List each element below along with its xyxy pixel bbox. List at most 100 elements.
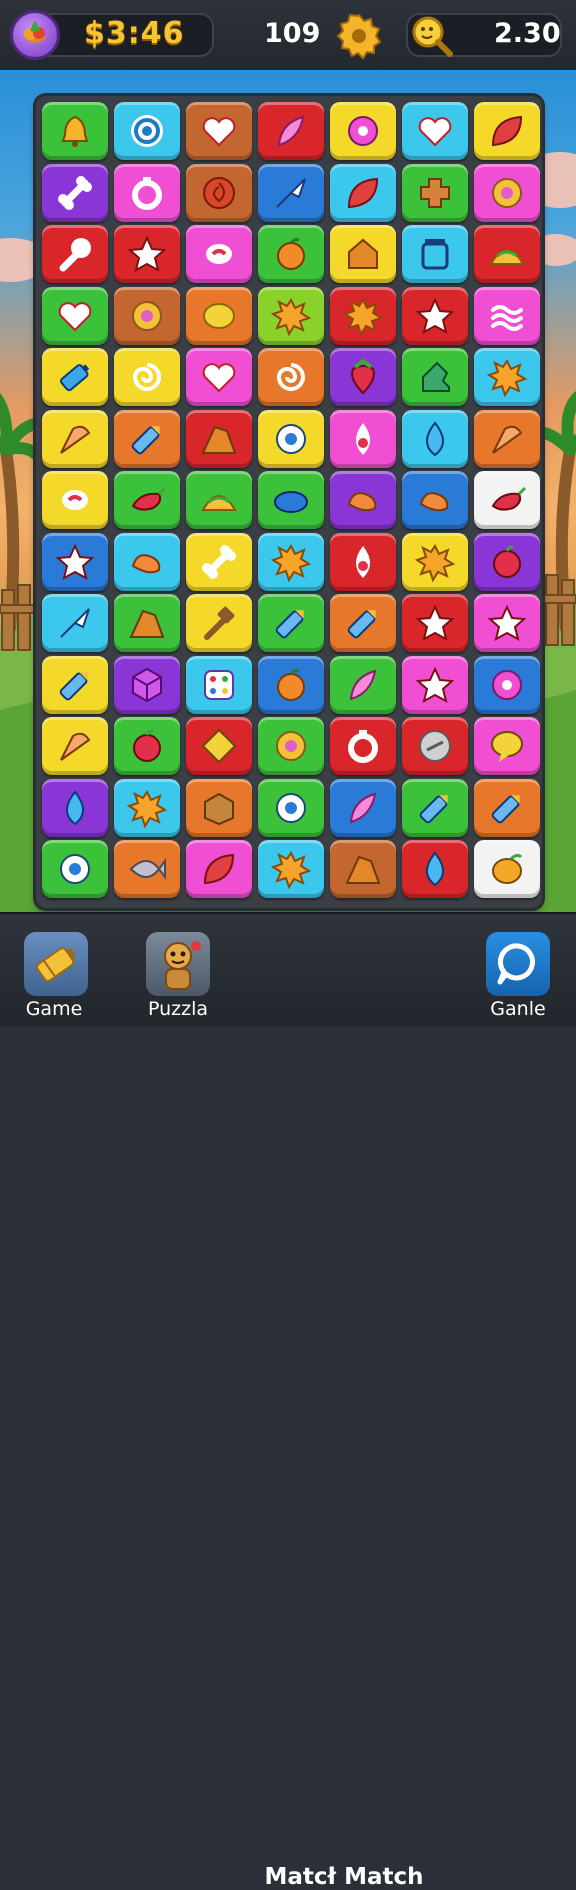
game-tile[interactable] — [114, 163, 180, 222]
game-tile[interactable] — [330, 471, 396, 529]
game-tile[interactable] — [114, 532, 180, 591]
game-tile[interactable] — [474, 409, 540, 468]
game-tile[interactable] — [42, 409, 108, 468]
game-tile[interactable] — [114, 409, 180, 468]
game-tile[interactable] — [114, 348, 180, 406]
game-tile[interactable] — [258, 102, 324, 160]
game-tile[interactable] — [330, 594, 396, 652]
game-tile[interactable] — [114, 717, 180, 775]
game-tile[interactable] — [402, 717, 468, 775]
game-tile[interactable] — [474, 778, 540, 837]
coin-value: $3:46 — [84, 16, 185, 51]
game-tile[interactable] — [402, 655, 468, 714]
game-tile[interactable] — [258, 655, 324, 714]
game-tile[interactable] — [42, 163, 108, 222]
game-tile[interactable] — [402, 163, 468, 222]
game-tile[interactable] — [330, 102, 396, 160]
game-tile[interactable] — [258, 471, 324, 529]
game-tile[interactable] — [42, 225, 108, 283]
game-tile[interactable] — [42, 655, 108, 714]
game-tile[interactable] — [330, 532, 396, 591]
game-tile[interactable] — [402, 778, 468, 837]
game-tile[interactable] — [330, 286, 396, 345]
game-tile[interactable] — [114, 225, 180, 283]
game-tile[interactable] — [474, 102, 540, 160]
game-tile[interactable] — [114, 594, 180, 652]
match-board — [36, 96, 542, 908]
game-tile[interactable] — [42, 840, 108, 898]
gear-icon[interactable] — [334, 10, 384, 60]
game-tile[interactable] — [258, 225, 324, 283]
game-tile[interactable] — [474, 225, 540, 283]
game-tile[interactable] — [42, 717, 108, 775]
magnifier-icon[interactable] — [408, 12, 456, 60]
game-tile[interactable] — [258, 286, 324, 345]
game-tile[interactable] — [42, 594, 108, 652]
game-tile[interactable] — [186, 840, 252, 898]
game-tile[interactable] — [186, 348, 252, 406]
game-tile[interactable] — [186, 286, 252, 345]
game-tile[interactable] — [330, 163, 396, 222]
game-tile[interactable] — [42, 348, 108, 406]
game-tile[interactable] — [42, 471, 108, 529]
game-tile[interactable] — [258, 409, 324, 468]
game-tile[interactable] — [402, 409, 468, 468]
game-tile[interactable] — [330, 348, 396, 406]
game-tile[interactable] — [474, 594, 540, 652]
game-tile[interactable] — [474, 348, 540, 406]
game-tile[interactable] — [330, 840, 396, 898]
game-tile[interactable] — [330, 717, 396, 775]
game-tile[interactable] — [402, 225, 468, 283]
game-tile[interactable] — [402, 471, 468, 529]
game-tile[interactable] — [186, 717, 252, 775]
game-tile[interactable] — [114, 655, 180, 714]
game-tile[interactable] — [402, 840, 468, 898]
game-tile[interactable] — [330, 778, 396, 837]
blob-icon — [274, 491, 308, 513]
nav-ganle-button[interactable] — [486, 932, 550, 996]
game-tile[interactable] — [402, 532, 468, 591]
game-tile[interactable] — [186, 102, 252, 160]
game-tile[interactable] — [330, 225, 396, 283]
game-tile[interactable] — [402, 102, 468, 160]
game-tile[interactable] — [42, 778, 108, 837]
nav-puzzle-button[interactable] — [146, 932, 210, 996]
game-tile[interactable] — [42, 286, 108, 345]
game-tile[interactable] — [114, 471, 180, 529]
game-tile[interactable] — [258, 840, 324, 898]
game-tile[interactable] — [186, 655, 252, 714]
game-tile[interactable] — [474, 840, 540, 898]
game-tile[interactable] — [186, 225, 252, 283]
game-tile[interactable] — [114, 840, 180, 898]
game-tile[interactable] — [186, 163, 252, 222]
game-tile[interactable] — [474, 163, 540, 222]
nav-game-button[interactable] — [24, 932, 88, 996]
game-tile[interactable] — [474, 471, 540, 529]
game-tile[interactable] — [42, 532, 108, 591]
game-tile[interactable] — [402, 594, 468, 652]
game-tile[interactable] — [330, 655, 396, 714]
game-tile[interactable] — [258, 594, 324, 652]
game-tile[interactable] — [402, 286, 468, 345]
game-tile[interactable] — [474, 532, 540, 591]
game-tile[interactable] — [474, 717, 540, 775]
player-avatar[interactable] — [10, 10, 60, 60]
game-tile[interactable] — [474, 655, 540, 714]
game-tile[interactable] — [258, 717, 324, 775]
game-tile[interactable] — [186, 471, 252, 529]
game-tile[interactable] — [186, 409, 252, 468]
game-tile[interactable] — [402, 348, 468, 406]
game-tile[interactable] — [258, 532, 324, 591]
game-tile[interactable] — [258, 163, 324, 222]
game-tile[interactable] — [114, 286, 180, 345]
game-tile[interactable] — [186, 532, 252, 591]
game-tile[interactable] — [186, 778, 252, 837]
game-tile[interactable] — [114, 102, 180, 160]
game-tile[interactable] — [258, 778, 324, 837]
game-tile[interactable] — [330, 409, 396, 468]
game-tile[interactable] — [186, 594, 252, 652]
game-tile[interactable] — [474, 286, 540, 345]
game-tile[interactable] — [258, 348, 324, 406]
game-tile[interactable] — [42, 102, 108, 160]
game-tile[interactable] — [114, 778, 180, 837]
